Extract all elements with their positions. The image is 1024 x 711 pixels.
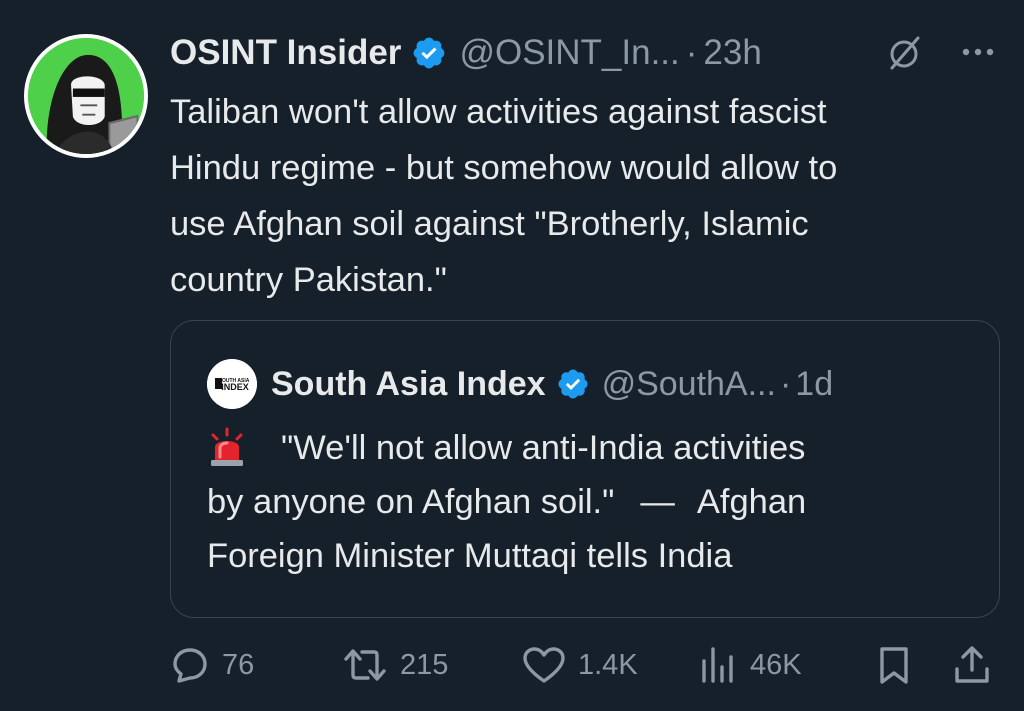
quoted-tweet[interactable]: SOUTH ASIA INDEX South Asia Index @South… — [170, 320, 1000, 618]
bookmark-icon — [880, 647, 908, 684]
repost-icon — [344, 649, 386, 681]
quoted-text-emdash: — — [640, 483, 675, 521]
grok-icon[interactable] — [884, 32, 924, 72]
police-siren-icon — [207, 427, 247, 467]
hooded-figure-avatar-icon — [28, 38, 144, 154]
quoted-text-line: by anyone on Afghan soil." — Afghan — [207, 475, 987, 529]
quoted-text-line-3: Foreign Minister Muttaqi tells India — [207, 537, 733, 575]
tweet[interactable]: OSINT Insider @OSINT_In... · 23h Taliban… — [0, 0, 1024, 711]
quoted-avatar-text-bottom: INDEX — [221, 382, 249, 392]
analytics-icon — [702, 647, 733, 683]
tweet-text-line: Taliban won't allow activities against f… — [170, 93, 827, 131]
quoted-author-avatar[interactable]: SOUTH ASIA INDEX — [207, 359, 257, 409]
quoted-tweet-timestamp: 1d — [795, 364, 834, 403]
reply-button[interactable]: 76 — [170, 640, 254, 690]
bookmark-button[interactable] — [874, 640, 914, 690]
repost-count: 215 — [400, 648, 449, 681]
tweet-text-line: Hindu regime - but somehow would allow t… — [170, 149, 838, 187]
quoted-text-line: "We'll not allow anti-India activities — [207, 421, 987, 475]
tweet-timestamp[interactable]: 23h — [703, 33, 761, 73]
quoted-text-line-1: "We'll not allow anti-India activities — [281, 429, 806, 467]
header-separator: · — [685, 33, 698, 72]
reply-icon — [173, 648, 207, 683]
tweet-header: OSINT Insider @OSINT_In... · 23h — [170, 28, 1000, 78]
action-bar: 76 215 1.4K 46K — [170, 640, 1010, 690]
tweet-text: Taliban won't allow activities against f… — [170, 84, 1005, 308]
quoted-text-line-2a: by anyone on Afghan soil." — [207, 483, 615, 521]
quoted-tweet-text: "We'll not allow anti-India activities b… — [207, 421, 987, 583]
share-icon — [955, 646, 989, 683]
quoted-tweet-header: SOUTH ASIA INDEX South Asia Index @South… — [207, 359, 833, 409]
quoted-text-line-2b: Afghan — [696, 483, 807, 521]
author-display-name[interactable]: OSINT Insider — [170, 33, 401, 73]
verified-badge-icon — [411, 35, 447, 71]
view-count: 46K — [750, 648, 802, 681]
quoted-header-separator: · — [779, 364, 792, 403]
like-count: 1.4K — [578, 648, 638, 681]
author-handle[interactable]: @OSINT_In... — [459, 33, 679, 73]
heart-icon — [523, 647, 565, 683]
tweet-text-line: country Pakistan." — [170, 261, 447, 299]
reply-count: 76 — [222, 648, 255, 681]
share-button[interactable] — [952, 640, 992, 690]
like-button[interactable]: 1.4K — [522, 640, 638, 690]
quoted-verified-badge-icon — [556, 367, 590, 401]
views-button[interactable]: 46K — [698, 640, 802, 690]
repost-button[interactable]: 215 — [342, 640, 448, 690]
tweet-text-line: use Afghan soil against "Brotherly, Isla… — [170, 205, 809, 243]
quoted-author-handle: @SouthA... — [601, 364, 776, 403]
more-options-icon[interactable] — [958, 32, 998, 72]
quoted-author-display-name: South Asia Index — [271, 364, 546, 403]
author-avatar[interactable] — [24, 34, 148, 158]
